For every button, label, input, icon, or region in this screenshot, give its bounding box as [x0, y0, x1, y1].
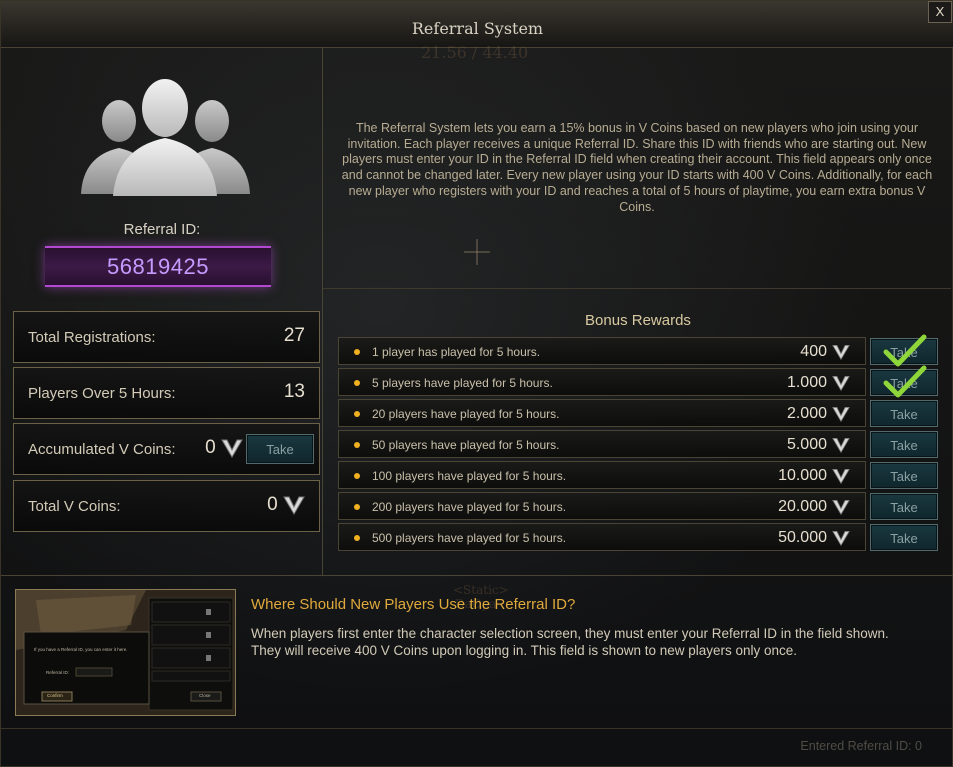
reward-row: 50 players have played for 5 hours. 5.000 — [338, 430, 866, 458]
entered-referral-id: Entered Referral ID: 0 — [800, 739, 922, 753]
reward-amount: 1.000 — [786, 374, 827, 391]
bullet-icon — [354, 380, 360, 386]
crosshair-icon — [464, 239, 490, 265]
stat-value: 0 — [267, 494, 305, 516]
referral-id-label: Referral ID: — [123, 221, 201, 238]
referral-id-value: 56819425 — [107, 254, 209, 279]
referral-description: The Referral System lets you earn a 15% … — [341, 121, 933, 214]
close-button[interactable]: X — [928, 1, 952, 23]
stat-total-registrations: Total Registrations: 27 — [13, 311, 320, 363]
bullet-icon — [354, 411, 360, 417]
reward-label: 100 players have played for 5 hours. — [372, 469, 567, 483]
reward-label: 200 players have played for 5 hours. — [372, 500, 567, 514]
reward-amount: 5.000 — [786, 436, 827, 453]
referral-window: Referral System X 21.56 / 44.40 <Static>… — [0, 0, 953, 767]
stat-accumulated-vcoins: Accumulated V Coins: 0 Take — [13, 423, 320, 475]
v-coin-icon — [832, 407, 850, 423]
reward-row: 100 players have played for 5 hours. 10.0… — [338, 461, 866, 489]
v-coin-icon — [832, 469, 850, 485]
stat-players-over-5h: Players Over 5 Hours: 13 — [13, 367, 320, 419]
bullet-icon — [354, 349, 360, 355]
help-text: When players first enter the character s… — [251, 626, 889, 658]
v-coin-icon — [221, 439, 243, 458]
reward-amount: 50.000 — [778, 529, 827, 546]
take-reward-button[interactable]: Take — [870, 369, 938, 396]
vertical-divider — [322, 47, 323, 575]
stat-value: 0 — [205, 437, 243, 459]
bullet-icon — [354, 504, 360, 510]
window-title: Referral System — [411, 19, 544, 38]
reward-amount: 2.000 — [786, 405, 827, 422]
take-reward-button[interactable]: Take — [870, 431, 938, 458]
take-reward-button[interactable]: Take — [870, 462, 938, 489]
take-reward-button[interactable]: Take — [870, 524, 938, 551]
take-reward-button[interactable]: Take — [870, 338, 938, 365]
bonus-rewards-title: Bonus Rewards — [585, 312, 691, 329]
screenshot-dialog-text: If you have a Referral ID, you can enter… — [34, 647, 128, 652]
background-ghost-text: <Static> — [453, 583, 509, 597]
reward-amount: 10.000 — [778, 467, 827, 484]
v-coin-icon — [832, 500, 850, 516]
reward-label: 500 players have played for 5 hours. — [372, 531, 567, 545]
v-coin-icon — [832, 531, 850, 547]
stat-value-number: 0 — [267, 494, 278, 516]
reward-amount: 400 — [800, 343, 827, 360]
reward-label: 50 players have played for 5 hours. — [372, 438, 560, 452]
bullet-icon — [354, 473, 360, 479]
reward-row: 200 players have played for 5 hours. 20.0… — [338, 492, 866, 520]
reward-row: 5 players have played for 5 hours. 1.000 — [338, 368, 866, 396]
stat-total-vcoins: Total V Coins: 0 — [13, 480, 320, 532]
section-divider — [1, 575, 953, 576]
stat-value: 13 — [283, 381, 305, 402]
reward-row: 20 players have played for 5 hours. 2.000 — [338, 399, 866, 427]
v-coin-icon — [283, 496, 305, 515]
reward-row: 500 players have played for 5 hours. 50.0… — [338, 523, 866, 551]
stat-label: Total V Coins: — [28, 498, 121, 515]
stat-value-number: 0 — [205, 437, 216, 459]
footer-divider — [1, 728, 953, 729]
screenshot-close-label: Close — [199, 693, 211, 698]
screenshot-field-label: Referral ID: — [46, 670, 70, 675]
stat-value: 27 — [283, 325, 305, 346]
reward-label: 1 player has played for 5 hours. — [372, 345, 541, 359]
reward-label: 20 players have played for 5 hours. — [372, 407, 560, 421]
stat-label: Accumulated V Coins: — [28, 441, 176, 458]
title-bar: Referral System X — [1, 1, 953, 48]
reward-row: 1 player has played for 5 hours. 400 — [338, 337, 866, 365]
reward-amount: 20.000 — [778, 498, 827, 515]
bullet-icon — [354, 535, 360, 541]
bullet-icon — [354, 442, 360, 448]
referral-id-box: 56819425 — [45, 246, 271, 287]
character-screen-screenshot: If you have a Referral ID, you can enter… — [15, 589, 236, 716]
v-coin-icon — [832, 345, 850, 361]
background-ghost-text: 21.56 / 44.40 — [421, 43, 529, 62]
take-reward-button[interactable]: Take — [870, 400, 938, 427]
users-silhouette-icon — [81, 79, 250, 196]
stat-label: Players Over 5 Hours: — [28, 385, 176, 402]
screenshot-confirm-label: Confirm — [47, 693, 63, 698]
v-coin-icon — [832, 438, 850, 454]
stat-label: Total Registrations: — [28, 329, 156, 346]
v-coin-icon — [832, 376, 850, 392]
horizontal-divider — [323, 288, 951, 289]
help-title: Where Should New Players Use the Referra… — [251, 596, 576, 613]
take-reward-button[interactable]: Take — [870, 493, 938, 520]
reward-label: 5 players have played for 5 hours. — [372, 376, 553, 390]
take-accumulated-button[interactable]: Take — [246, 434, 314, 464]
